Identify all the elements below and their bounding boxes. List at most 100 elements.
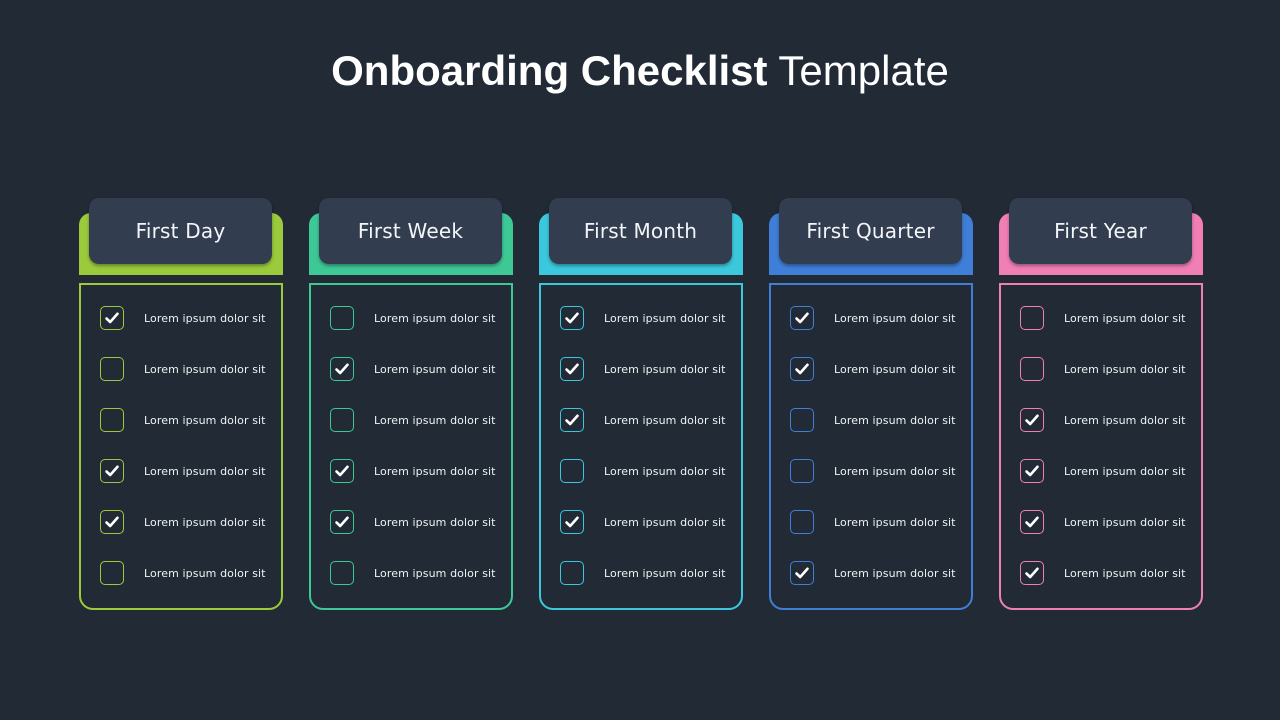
- checklist-item-label: Lorem ipsum dolor sit: [374, 464, 496, 478]
- checklist-item-label: Lorem ipsum dolor sit: [604, 311, 726, 325]
- checklist-item-label: Lorem ipsum dolor sit: [144, 566, 266, 580]
- checkbox-checked[interactable]: [330, 510, 354, 534]
- checklist-item[interactable]: Lorem ipsum dolor sit: [100, 560, 275, 586]
- tab-first-quarter[interactable]: First Quarter: [779, 198, 962, 264]
- checklist-item[interactable]: Lorem ipsum dolor sit: [330, 356, 505, 382]
- checkbox-checked[interactable]: [790, 561, 814, 585]
- checklist-item-label: Lorem ipsum dolor sit: [374, 362, 496, 376]
- column-first-quarter: First Quarter Lorem ipsum dolor sit Lorem …: [769, 198, 973, 610]
- checklist-item[interactable]: Lorem ipsum dolor sit: [100, 407, 275, 433]
- checkbox-checked[interactable]: [560, 357, 584, 381]
- checklist-item-label: Lorem ipsum dolor sit: [604, 413, 726, 427]
- checkbox-checked[interactable]: [1020, 408, 1044, 432]
- checklist-item-label: Lorem ipsum dolor sit: [834, 413, 956, 427]
- checklist-item[interactable]: Lorem ipsum dolor sit: [330, 509, 505, 535]
- checklist-item-label: Lorem ipsum dolor sit: [1064, 362, 1186, 376]
- checkbox-unchecked[interactable]: [330, 408, 354, 432]
- checklist-item-label: Lorem ipsum dolor sit: [1064, 566, 1186, 580]
- checklist-item[interactable]: Lorem ipsum dolor sit: [790, 407, 965, 433]
- checklist-item[interactable]: Lorem ipsum dolor sit: [560, 509, 735, 535]
- title-bold: Onboarding Checklist: [331, 47, 768, 94]
- checklist-item-label: Lorem ipsum dolor sit: [834, 464, 956, 478]
- checkbox-unchecked[interactable]: [100, 357, 124, 381]
- checkbox-unchecked[interactable]: [560, 459, 584, 483]
- tab-first-year[interactable]: First Year: [1009, 198, 1192, 264]
- checkbox-checked[interactable]: [560, 306, 584, 330]
- checkbox-unchecked[interactable]: [560, 561, 584, 585]
- checkbox-checked[interactable]: [1020, 459, 1044, 483]
- checkmark-icon: [335, 363, 349, 375]
- checklist-item-label: Lorem ipsum dolor sit: [144, 413, 266, 427]
- checkbox-checked[interactable]: [100, 459, 124, 483]
- tab-first-week[interactable]: First Week: [319, 198, 502, 264]
- checklist-item[interactable]: Lorem ipsum dolor sit: [1020, 560, 1195, 586]
- checklist-item-label: Lorem ipsum dolor sit: [604, 464, 726, 478]
- checklist-panel: Lorem ipsum dolor sit Lorem ipsum dolor s…: [769, 283, 973, 610]
- checklist-item[interactable]: Lorem ipsum dolor sit: [790, 305, 965, 331]
- checkbox-unchecked[interactable]: [330, 306, 354, 330]
- checklist-item[interactable]: Lorem ipsum dolor sit: [560, 458, 735, 484]
- tab-first-month[interactable]: First Month: [549, 198, 732, 264]
- checklist-item[interactable]: Lorem ipsum dolor sit: [100, 305, 275, 331]
- checkbox-unchecked[interactable]: [790, 510, 814, 534]
- checkbox-checked[interactable]: [330, 459, 354, 483]
- checkbox-unchecked[interactable]: [330, 561, 354, 585]
- checkmark-icon: [795, 363, 809, 375]
- checkbox-checked[interactable]: [100, 510, 124, 534]
- checklist-item-label: Lorem ipsum dolor sit: [834, 362, 956, 376]
- checklist-item[interactable]: Lorem ipsum dolor sit: [1020, 356, 1195, 382]
- checkmark-icon: [565, 516, 579, 528]
- column-first-year: First Year Lorem ipsum dolor sit Lorem ips…: [999, 198, 1203, 610]
- tab-first-day[interactable]: First Day: [89, 198, 272, 264]
- checklist-item-label: Lorem ipsum dolor sit: [374, 413, 496, 427]
- checkmark-icon: [1025, 567, 1039, 579]
- checklist-item[interactable]: Lorem ipsum dolor sit: [790, 560, 965, 586]
- checklist-item[interactable]: Lorem ipsum dolor sit: [330, 407, 505, 433]
- checklist-item[interactable]: Lorem ipsum dolor sit: [100, 356, 275, 382]
- checklist-item-label: Lorem ipsum dolor sit: [144, 362, 266, 376]
- checklist-item[interactable]: Lorem ipsum dolor sit: [330, 305, 505, 331]
- checkbox-checked[interactable]: [790, 357, 814, 381]
- checkmark-icon: [1025, 465, 1039, 477]
- checklist-item-label: Lorem ipsum dolor sit: [1064, 413, 1186, 427]
- column-first-day: First Day Lorem ipsum dolor sit Lorem ipsu…: [79, 198, 283, 610]
- checkbox-unchecked[interactable]: [790, 459, 814, 483]
- checklist-item[interactable]: Lorem ipsum dolor sit: [790, 356, 965, 382]
- checklist-item[interactable]: Lorem ipsum dolor sit: [330, 560, 505, 586]
- checklist-item-label: Lorem ipsum dolor sit: [144, 311, 266, 325]
- checkbox-checked[interactable]: [560, 408, 584, 432]
- checkmark-icon: [565, 414, 579, 426]
- checklist-item[interactable]: Lorem ipsum dolor sit: [330, 458, 505, 484]
- checklist-item-label: Lorem ipsum dolor sit: [144, 464, 266, 478]
- checkbox-unchecked[interactable]: [1020, 306, 1044, 330]
- checkbox-unchecked[interactable]: [1020, 357, 1044, 381]
- page-title: Onboarding Checklist Template: [0, 46, 1280, 96]
- checkbox-checked[interactable]: [100, 306, 124, 330]
- checkmark-icon: [565, 312, 579, 324]
- checklist-item[interactable]: Lorem ipsum dolor sit: [560, 305, 735, 331]
- checklist-item[interactable]: Lorem ipsum dolor sit: [1020, 407, 1195, 433]
- checkmark-icon: [565, 363, 579, 375]
- checkbox-checked[interactable]: [790, 306, 814, 330]
- checkbox-checked[interactable]: [560, 510, 584, 534]
- checklist-item-label: Lorem ipsum dolor sit: [834, 515, 956, 529]
- checklist-item[interactable]: Lorem ipsum dolor sit: [560, 560, 735, 586]
- checkbox-unchecked[interactable]: [100, 408, 124, 432]
- checklist-item[interactable]: Lorem ipsum dolor sit: [100, 509, 275, 535]
- checkbox-unchecked[interactable]: [100, 561, 124, 585]
- checklist-item[interactable]: Lorem ipsum dolor sit: [560, 407, 735, 433]
- checklist-item[interactable]: Lorem ipsum dolor sit: [790, 509, 965, 535]
- checklist-item[interactable]: Lorem ipsum dolor sit: [560, 356, 735, 382]
- checkbox-checked[interactable]: [330, 357, 354, 381]
- checkbox-unchecked[interactable]: [790, 408, 814, 432]
- checklist-item[interactable]: Lorem ipsum dolor sit: [790, 458, 965, 484]
- checklist-item-label: Lorem ipsum dolor sit: [1064, 515, 1186, 529]
- checklist-item[interactable]: Lorem ipsum dolor sit: [1020, 509, 1195, 535]
- checkbox-checked[interactable]: [1020, 561, 1044, 585]
- checklist-item[interactable]: Lorem ipsum dolor sit: [1020, 305, 1195, 331]
- checkbox-checked[interactable]: [1020, 510, 1044, 534]
- checklist-item[interactable]: Lorem ipsum dolor sit: [100, 458, 275, 484]
- checklist-item-label: Lorem ipsum dolor sit: [604, 362, 726, 376]
- checkmark-icon: [105, 312, 119, 324]
- checklist-item[interactable]: Lorem ipsum dolor sit: [1020, 458, 1195, 484]
